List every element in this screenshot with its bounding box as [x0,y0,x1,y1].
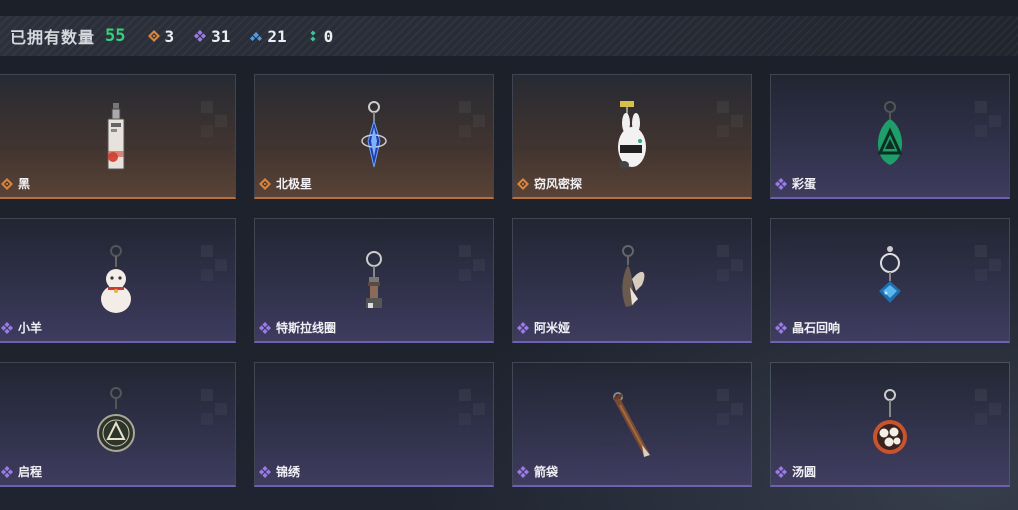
charm-card[interactable]: 小羊 [0,218,236,343]
card-decoration [717,101,743,137]
card-decoration [459,389,485,425]
charm-card[interactable]: 黑 [0,74,236,199]
coil-charm-image [344,241,404,321]
rarity-green: 0 [307,26,334,46]
charm-label: 小羊 [1,319,42,336]
purple-diamond-icon [517,321,529,334]
card-decoration [975,101,1001,137]
star-charm-image [344,97,404,177]
owned-count-total: 55 [105,26,126,46]
rarity-purple-count: 31 [211,26,231,46]
purple-diamond-icon [775,465,787,478]
charm-label: 锦绣 [259,463,300,480]
purple-diamond-icon [1,465,13,478]
purple-diamond-icon [517,465,529,478]
charm-label: 彩蛋 [775,175,816,192]
charm-card[interactable]: 锦绣 [254,362,494,487]
charm-card[interactable]: 箭袋 [512,362,752,487]
charm-name: 北极星 [276,177,313,191]
blue-diamond-icon [250,32,263,41]
card-decoration [201,389,227,425]
charm-label: 汤圆 [775,463,816,480]
crystal-charm-image [860,241,920,321]
charm-label: 晶石回响 [775,319,840,336]
orange-diamond-icon [147,30,160,42]
purple-diamond-icon [775,321,787,334]
charm-label: 北极星 [259,175,312,192]
rabbit-charm-image [602,97,662,177]
charm-label: 箭袋 [517,463,558,480]
charm-card[interactable]: 晶石回响 [770,218,1010,343]
orange-diamond-icon [1,177,13,190]
charm-name: 窃风密探 [534,177,583,191]
card-decoration [975,245,1001,281]
rarity-orange-count: 3 [164,26,175,46]
charm-label: 特斯拉线圈 [259,319,336,336]
charm-name: 晶石回响 [792,321,841,335]
bunny-ear-charm-image [602,241,662,321]
charm-name: 特斯拉线圈 [276,321,337,335]
charm-card[interactable]: 北极星 [254,74,494,199]
rarity-blue: 21 [250,26,287,46]
charm-card[interactable]: 窃风密探 [512,74,752,199]
sheep-charm-image [86,241,146,321]
charm-label: 阿米娅 [517,319,570,336]
card-decoration [459,245,485,281]
card-decoration [717,245,743,281]
purple-diamond-icon [775,177,787,190]
purple-diamond-icon [259,465,271,478]
card-decoration [201,101,227,137]
charm-label: 窃风密探 [517,175,582,192]
rarity-blue-count: 21 [267,26,287,46]
orange-diamond-icon [259,177,271,190]
card-decoration [975,389,1001,425]
green-diamond-icon [310,30,316,42]
rarity-green-count: 0 [323,26,334,46]
rarity-orange: 3 [147,26,175,46]
purple-diamond-icon [1,321,13,334]
charm-name: 启程 [18,465,43,479]
purple-diamond-icon [259,321,271,334]
card-decoration [459,101,485,137]
empty-image [344,385,404,465]
charm-name: 彩蛋 [792,177,817,191]
charm-name: 箭袋 [534,465,559,479]
charm-card[interactable]: 特斯拉线圈 [254,218,494,343]
charm-card[interactable]: 彩蛋 [770,74,1010,199]
card-decoration [717,389,743,425]
charm-name: 锦绣 [276,465,301,479]
orange-diamond-icon [517,177,529,190]
charm-name: 黑 [18,177,31,191]
charm-name: 小羊 [18,321,43,335]
card-decoration [201,245,227,281]
charm-name: 汤圆 [792,465,817,479]
medal-charm-image [86,385,146,465]
tag-charm-image [86,97,146,177]
dumpling-charm-image [860,385,920,465]
arrow-charm-image [602,385,662,465]
charm-label: 启程 [1,463,42,480]
owned-count-title: 已拥有数量 [10,30,96,47]
charm-name: 阿米娅 [534,321,571,335]
charm-card[interactable]: 阿米娅 [512,218,752,343]
charm-label: 黑 [1,175,30,192]
charm-card[interactable]: 汤圆 [770,362,1010,487]
purple-diamond-icon [194,30,207,42]
egg-charm-image [860,97,920,177]
owned-count-bar: 已拥有数量 55 3 31 21 0 [0,16,1018,56]
charm-card[interactable]: 启程 [0,362,236,487]
rarity-purple: 31 [194,27,230,46]
